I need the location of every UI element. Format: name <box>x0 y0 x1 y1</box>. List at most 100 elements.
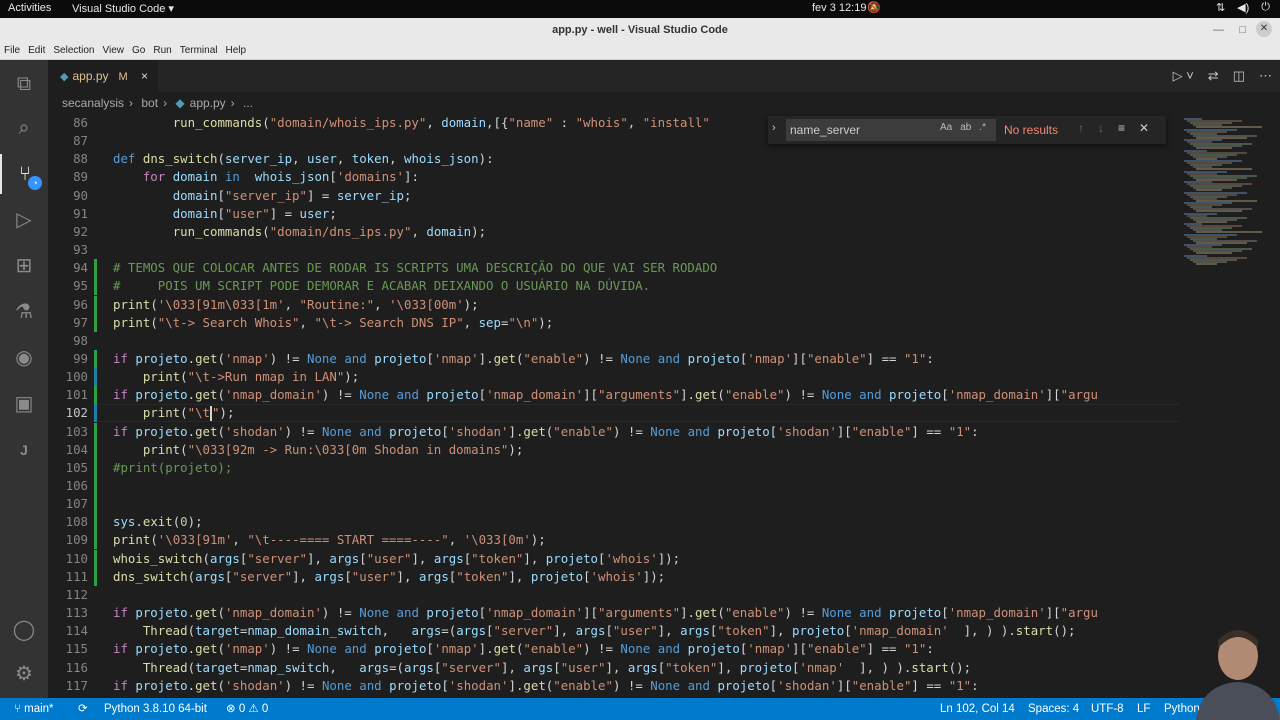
menu-edit[interactable]: Edit <box>28 45 45 56</box>
previous-match-icon[interactable]: ↑ <box>1078 121 1084 135</box>
code-line[interactable]: 111 dns_switch(args["server"], args["user… <box>48 567 1180 586</box>
github-icon[interactable]: ◉ <box>0 338 48 378</box>
code-line[interactable]: 97 print("\t-> Search Whois", "\t-> Searc… <box>48 313 1180 332</box>
encoding[interactable]: UTF-8 <box>1091 698 1124 720</box>
source-control-icon[interactable]: ⑂ ◔ <box>0 154 48 194</box>
code-line[interactable]: 91 domain["user"] = user; <box>48 205 1180 223</box>
git-change-marker <box>94 313 97 332</box>
minimap[interactable] <box>1180 114 1268 698</box>
close-tab-icon[interactable]: × <box>141 60 148 92</box>
code-line[interactable]: 114 Thread(target=nmap_domain_switch, ar… <box>48 622 1180 640</box>
vertical-scrollbar[interactable] <box>1268 114 1280 698</box>
search-icon[interactable]: ⌕ <box>0 108 48 148</box>
maximize-button[interactable]: □ <box>1239 18 1246 42</box>
code-text: sys.exit(0); <box>113 514 203 530</box>
minimap-line <box>1196 262 1217 265</box>
code-editor[interactable]: 86 run_commands("domain/whois_ips.py", d… <box>48 114 1180 698</box>
indentation[interactable]: Spaces: 4 <box>1028 698 1079 720</box>
breadcrumb-item[interactable]: app.py <box>190 96 226 110</box>
remote-explorer-icon[interactable]: ▣ <box>0 384 48 424</box>
code-line[interactable]: 101 if projeto.get('nmap_domain') != None… <box>48 386 1180 405</box>
open-changes-icon[interactable]: ⇄ <box>1208 68 1219 84</box>
code-text: print('\033[91m\033[1m', "Routine:", '\0… <box>113 296 479 312</box>
match-case-toggle[interactable]: Aa <box>940 122 952 133</box>
code-line[interactable]: 95 # POIS UM SCRIPT PODE DEMORAR E ACABAR… <box>48 277 1180 296</box>
git-change-marker <box>94 277 97 296</box>
code-line[interactable]: 108 sys.exit(0); <box>48 513 1180 532</box>
clock[interactable]: fev 3 12:19 <box>812 2 866 14</box>
run-file-icon[interactable]: ▷ ˅ <box>1173 68 1194 84</box>
regex-toggle[interactable]: .* <box>979 122 986 133</box>
app-menu[interactable]: Visual Studio Code ▾ <box>72 2 174 15</box>
code-line[interactable]: 117 if projeto.get('shodan') != None and … <box>48 677 1180 695</box>
next-match-icon[interactable]: ↓ <box>1098 121 1104 135</box>
split-editor-icon[interactable]: ◫ <box>1233 68 1245 84</box>
code-line[interactable]: 89 for domain in whois_json['domains']: <box>48 168 1180 186</box>
git-change-marker <box>94 422 97 441</box>
menu-terminal[interactable]: Terminal <box>180 45 218 56</box>
code-line[interactable]: 92 run_commands("domain/dns_ips.py", dom… <box>48 223 1180 241</box>
close-find-icon[interactable]: ✕ <box>1139 121 1149 135</box>
breadcrumb-item[interactable]: bot <box>141 96 158 110</box>
breadcrumb-item[interactable]: ... <box>243 96 253 110</box>
branch-indicator[interactable]: ⑂ main* <box>14 698 54 720</box>
code-line[interactable]: 116 Thread(target=nmap_switch, args=(arg… <box>48 659 1180 677</box>
code-line[interactable]: 104 print("\033[92m -> Run:\033[0m Shoda… <box>48 440 1180 459</box>
extensions-icon[interactable]: ⊞ <box>0 246 48 286</box>
run-debug-icon[interactable]: ▷ <box>0 200 48 240</box>
current-line-highlight <box>98 404 1180 423</box>
whole-word-toggle[interactable]: ab <box>960 122 971 133</box>
minimize-button[interactable]: — <box>1213 18 1224 42</box>
cursor-position[interactable]: Ln 102, Col 14 <box>940 698 1015 720</box>
code-line[interactable]: 102 print("\t "); <box>48 404 1180 423</box>
code-line[interactable]: 112 <box>48 586 1180 604</box>
code-line[interactable]: 105 #print(projeto); <box>48 458 1180 477</box>
code-line[interactable]: 110 whois_switch(args["server"], args["us… <box>48 549 1180 568</box>
problems-indicator[interactable]: ⊗ 0 ⚠ 0 <box>226 698 268 720</box>
code-line[interactable]: 106 <box>48 477 1180 495</box>
sync-icon[interactable]: ⟳ <box>78 698 88 720</box>
code-text: print('\033[91m', "\t----==== START ====… <box>113 532 546 548</box>
code-line[interactable]: 94 # TEMOS QUE COLOCAR ANTES DE RODAR IS … <box>48 259 1180 278</box>
code-line[interactable]: 103 if projeto.get('shodan') != None and … <box>48 422 1180 441</box>
find-in-selection-icon[interactable]: ≡ <box>1118 121 1125 135</box>
manage-gear-icon[interactable]: ⚙ <box>0 654 48 694</box>
tab-app-py[interactable]: ◆ app.py M × <box>48 60 158 92</box>
menu-file[interactable]: File <box>4 45 20 56</box>
code-line[interactable]: 109 print('\033[91m', "\t----==== START =… <box>48 531 1180 550</box>
menu-help[interactable]: Help <box>226 45 247 56</box>
activities-button[interactable]: Activities <box>8 2 51 14</box>
breadcrumb-item[interactable]: secanalysis <box>62 96 124 110</box>
code-line[interactable]: 88 def dns_switch(server_ip, user, token,… <box>48 150 1180 168</box>
code-line[interactable]: 93 <box>48 241 1180 259</box>
find-navigation: ↑ ↓ ≡ ✕ <box>1078 121 1149 135</box>
line-number: 114 <box>65 623 88 639</box>
code-line[interactable]: 96 print('\033[91m\033[1m', "Routine:", '… <box>48 295 1180 314</box>
toggle-replace-icon[interactable]: › <box>772 122 776 134</box>
system-tray[interactable]: ⇅ ◀) ⏻ <box>1216 1 1270 14</box>
menu-selection[interactable]: Selection <box>53 45 94 56</box>
code-line[interactable]: 115 if projeto.get('nmap') != None and pr… <box>48 640 1180 658</box>
code-line[interactable]: 107 <box>48 495 1180 514</box>
code-line[interactable]: 113 if projeto.get('nmap_domain') != None… <box>48 604 1180 622</box>
text-cursor <box>210 406 213 422</box>
line-ending[interactable]: LF <box>1137 698 1150 720</box>
json-icon[interactable]: J <box>0 430 48 470</box>
accounts-icon[interactable]: ◯ <box>0 610 48 650</box>
menu-run[interactable]: Run <box>153 45 171 56</box>
modified-indicator: M <box>118 71 128 83</box>
code-text: print("\t "); <box>142 405 235 422</box>
code-line[interactable]: 98 <box>48 332 1180 350</box>
code-line[interactable]: 99 if projeto.get('nmap') != None and pro… <box>48 349 1180 368</box>
git-change-marker <box>94 368 97 387</box>
more-actions-icon[interactable]: ⋯ <box>1259 68 1272 84</box>
python-interpreter[interactable]: Python 3.8.10 64-bit <box>104 698 207 720</box>
explorer-icon[interactable]: ⧉ <box>0 64 48 104</box>
line-number: 100 <box>65 369 88 385</box>
code-line[interactable]: 100 print("\t->Run nmap in LAN"); <box>48 368 1180 387</box>
testing-icon[interactable]: ⚗ <box>0 292 48 332</box>
code-line[interactable]: 90 domain["server_ip"] = server_ip; <box>48 187 1180 205</box>
menu-go[interactable]: Go <box>132 45 145 56</box>
close-window-button[interactable]: ✕ <box>1256 21 1272 37</box>
menu-view[interactable]: View <box>103 45 125 56</box>
